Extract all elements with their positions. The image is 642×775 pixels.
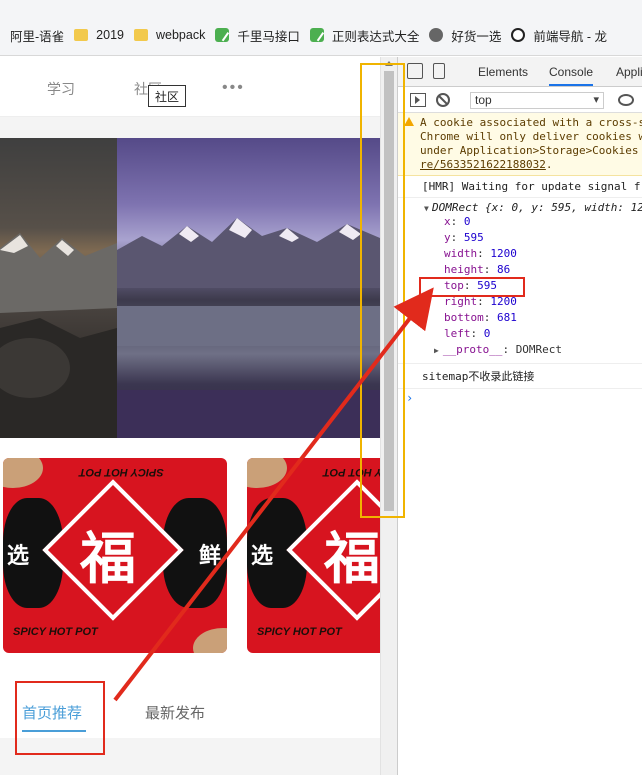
card-bottom-text: SPICY HOT POT — [13, 626, 98, 638]
nav-item-study[interactable]: 学习 — [47, 79, 75, 99]
decor-blob — [3, 458, 43, 488]
domrect-prop: y: 595 — [444, 231, 484, 244]
more-icon[interactable]: ••• — [222, 79, 245, 97]
promo-cards: SPICY HOT POT 福 选 鲜 SPICY HOT POT SPICY … — [0, 438, 397, 660]
tooltip: 社区 — [148, 85, 186, 107]
leaf-icon — [215, 28, 230, 42]
warning-icon — [404, 117, 414, 126]
bookmark-webpack[interactable]: webpack — [133, 24, 205, 46]
fu-glyph: 福 — [80, 527, 136, 592]
card-top-text: SPICY HOT POT — [79, 466, 164, 478]
cat-icon — [511, 28, 526, 42]
warning-link[interactable]: re/5633521622188032 — [420, 158, 546, 171]
folder-icon — [133, 29, 148, 41]
devtools-tab-bar: Elements Console Appli — [398, 57, 642, 87]
leaf-icon — [309, 28, 324, 42]
inspect-icon[interactable] — [407, 63, 423, 79]
domrect-prop: width: 1200 — [444, 247, 517, 260]
context-select[interactable]: top — [470, 92, 604, 109]
domrect-prop: height: 86 — [444, 263, 511, 276]
tab-elements[interactable]: Elements — [478, 65, 528, 79]
live-expression-eye-icon[interactable] — [618, 94, 634, 106]
bookmark-regex[interactable]: 正则表达式大全 — [309, 24, 419, 46]
fu-glyph: 福 — [324, 527, 380, 592]
tab-console[interactable]: Console — [549, 65, 594, 86]
domrect-prop: left: 0 — [444, 327, 491, 340]
console-output: A cookie associated with a cross-s Chrom… — [398, 113, 642, 405]
annotation-scrollbar-highlight — [360, 63, 405, 518]
console-prompt-icon[interactable]: › — [398, 389, 642, 405]
hero-carousel[interactable] — [0, 138, 380, 438]
domrect-summary: DOMRect {x: 0, y: 595, width: 12 — [432, 201, 642, 214]
globe-icon — [429, 28, 444, 42]
card-right-glyph: 鲜 — [199, 543, 222, 568]
expand-triangle-icon[interactable]: ▼ — [424, 204, 429, 213]
hmr-log: [HMR] Waiting for update signal fr — [398, 176, 642, 198]
collapse-triangle-icon: ▶ — [434, 346, 439, 355]
tab-latest[interactable]: 最新发布 — [145, 702, 205, 723]
clear-console-icon[interactable] — [436, 93, 450, 107]
mountain-silhouette-right — [117, 218, 380, 438]
sitemap-log: sitemap不收录此链接 — [398, 364, 642, 389]
mountain-image-left — [0, 138, 117, 438]
mountain-image-right — [117, 138, 380, 438]
bookmark-yuque[interactable]: 阿里-语雀 — [10, 24, 64, 46]
annotation-top-value-highlight — [419, 277, 525, 297]
card-left-glyph: 选 — [7, 543, 30, 568]
top-nav: 学习 社区 ••• 社区 — [0, 57, 380, 117]
cookie-warning: A cookie associated with a cross-s Chrom… — [398, 113, 642, 176]
bookmark-frontend-nav[interactable]: 前端导航 - 龙 — [511, 24, 607, 46]
domrect-prop: x: 0 — [444, 215, 471, 228]
tab-application[interactable]: Appli — [616, 65, 642, 79]
annotation-tab-highlight — [15, 681, 105, 755]
sidebar-toggle-icon[interactable] — [410, 93, 426, 107]
device-toolbar-icon[interactable] — [433, 63, 445, 79]
decor-blob — [247, 458, 287, 488]
promo-card[interactable]: SPICY HOT POT 福 选 鲜 SPICY HOT POT — [3, 458, 227, 653]
bookmark-haohuo[interactable]: 好货一选 — [429, 24, 501, 46]
domrect-proto[interactable]: ▶ __proto__: DOMRect — [422, 342, 642, 359]
card-left-glyph: 选 — [251, 543, 274, 568]
mountain-silhouette — [0, 233, 117, 438]
bookmark-qianlima-api[interactable]: 千里马接口 — [215, 24, 300, 46]
devtools-panel: Elements Console Appli top A cookie asso… — [397, 57, 642, 775]
console-toolbar: top — [398, 87, 642, 113]
folder-icon — [74, 29, 89, 41]
page-viewport: 学习 社区 ••• 社区 — [0, 57, 397, 775]
bookmark-2019[interactable]: 2019 — [74, 24, 124, 46]
domrect-prop: bottom: 681 — [444, 311, 517, 324]
bookmarks-bar: 阿里-语雀 2019 webpack 千里马接口 正则表达式大全 好货一选 前端… — [0, 0, 642, 56]
card-bottom-text: SPICY HOT POT — [257, 626, 342, 638]
decor-blob — [193, 628, 227, 653]
